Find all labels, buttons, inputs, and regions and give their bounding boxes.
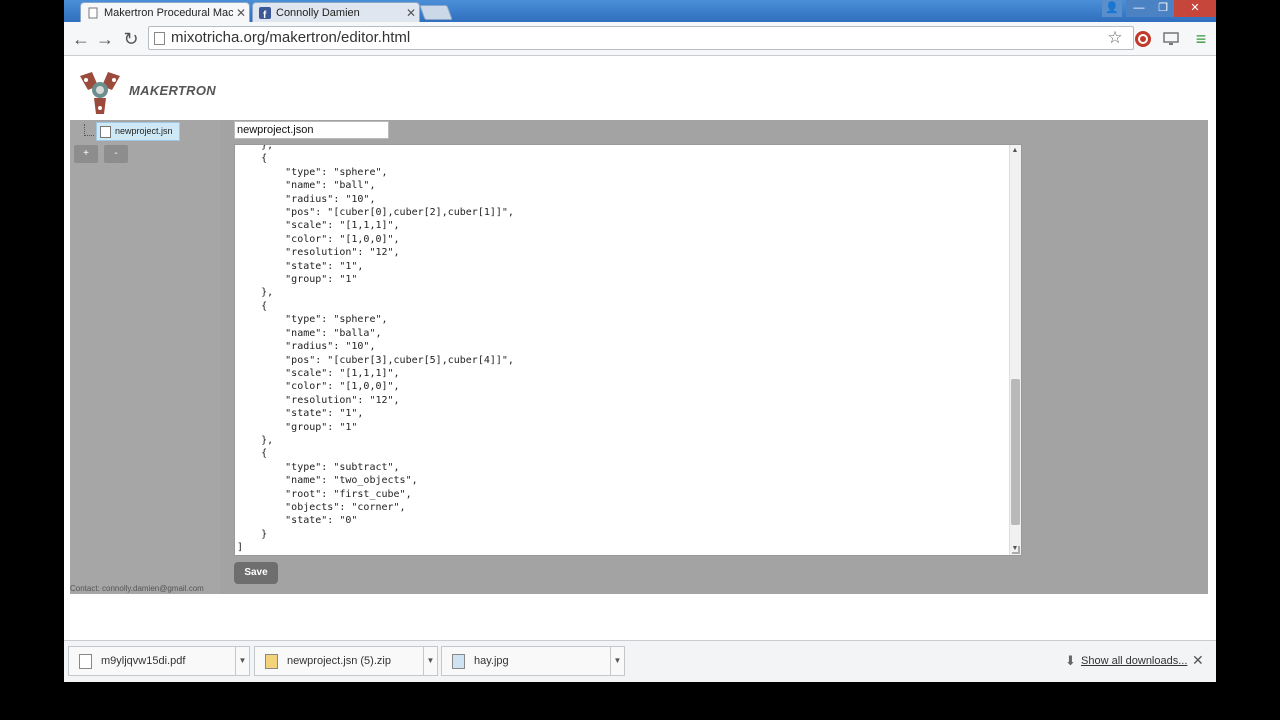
scrollbar[interactable]: ▲ ▼ <box>1009 145 1021 555</box>
brand-name: MAKERTRON <box>129 83 216 98</box>
tree-connector <box>84 124 94 136</box>
code-line: "state": "1", <box>237 408 364 420</box>
code-line: }, <box>237 144 274 151</box>
download-item-jpg[interactable]: hay.jpg ▼ <box>441 646 625 676</box>
browser-toolbar: ← → ↻ mixotricha.org/makertron/editor.ht… <box>64 22 1216 56</box>
page-icon <box>88 7 98 18</box>
pdf-file-icon <box>79 654 92 669</box>
new-tab-button[interactable] <box>419 5 453 20</box>
makertron-logo-icon <box>80 72 120 114</box>
address-bar[interactable]: mixotricha.org/makertron/editor.html <box>148 26 1134 50</box>
code-line: "group": "1" <box>237 274 358 286</box>
file-sidebar: newproject.jsn + - Contact: connolly.dam… <box>70 120 220 594</box>
tab-strip: Makertron Procedural Machi ✕ f Connolly … <box>64 0 1216 22</box>
tab-connolly-damien[interactable]: f Connolly Damien ✕ <box>252 2 420 22</box>
download-arrow-icon: ⬇ <box>1065 653 1076 668</box>
code-line: "name": "two_objects", <box>237 475 418 487</box>
restore-button[interactable]: ❐ <box>1152 0 1174 17</box>
user-icon[interactable]: 👤 <box>1102 0 1122 17</box>
code-line: }, <box>237 434 274 446</box>
code-line: ] <box>237 542 244 554</box>
file-tree-label: newproject.jsn <box>115 126 173 136</box>
star-icon[interactable]: ☆ <box>1104 27 1126 49</box>
close-window-button[interactable]: ✕ <box>1174 0 1216 17</box>
page-content: MAKERTRON newproject.jsn + - Contact: co… <box>64 56 1216 640</box>
code-line: "scale": "[1,1,1]", <box>237 220 400 232</box>
download-item-zip[interactable]: newproject.jsn (5).zip ▼ <box>254 646 438 676</box>
code-line: { <box>237 300 268 312</box>
minimize-button[interactable]: — <box>1126 0 1152 17</box>
code-line: "radius": "10", <box>237 341 376 353</box>
download-label: m9yljqvw15di.pdf <box>101 655 186 667</box>
scroll-up-arrow-icon[interactable]: ▲ <box>1010 146 1020 156</box>
downloads-bar: m9yljqvw15di.pdf ▼ newproject.jsn (5).zi… <box>64 640 1216 682</box>
code-line: "name": "ball", <box>237 180 376 192</box>
image-file-icon <box>452 654 465 669</box>
close-tab-icon[interactable]: ✕ <box>403 6 419 20</box>
add-file-button[interactable]: + <box>74 145 98 163</box>
code-text: }, { "type": "sphere", "name": "ball", "… <box>237 144 514 555</box>
menu-icon[interactable]: ≡ <box>1190 28 1212 50</box>
code-line: } <box>237 528 268 540</box>
chevron-down-icon[interactable]: ▼ <box>235 647 249 675</box>
page-icon <box>154 32 165 45</box>
code-line: { <box>237 153 268 165</box>
url-text: mixotricha.org/makertron/editor.html <box>171 29 411 46</box>
code-line: "pos": "[cuber[0],cuber[2],cuber[1]]", <box>237 207 514 219</box>
scrollbar-thumb[interactable] <box>1011 379 1020 525</box>
code-line: "radius": "10", <box>237 193 376 205</box>
code-line: "type": "subtract", <box>237 461 400 473</box>
tab-title: Connolly Damien <box>276 6 360 19</box>
download-label: newproject.jsn (5).zip <box>287 655 391 667</box>
code-line: "color": "[1,0,0]", <box>237 233 400 245</box>
editor-area: newproject.jsn + - Contact: connolly.dam… <box>70 120 1208 594</box>
chevron-down-icon[interactable]: ▼ <box>610 647 624 675</box>
code-line: "group": "1" <box>237 421 358 433</box>
code-line: "objects": "corner", <box>237 501 406 513</box>
save-button[interactable]: Save <box>234 562 278 584</box>
code-editor[interactable]: }, { "type": "sphere", "name": "ball", "… <box>234 144 1022 556</box>
code-line: "state": "1", <box>237 260 364 272</box>
code-line: "pos": "[cuber[3],cuber[5],cuber[4]]", <box>237 354 514 366</box>
download-label: hay.jpg <box>474 655 509 667</box>
cast-icon[interactable] <box>1160 28 1182 50</box>
contact-text: Contact: connolly.damien@gmail.com <box>70 584 204 593</box>
close-downloads-icon[interactable]: ✕ <box>1192 652 1204 669</box>
code-line: "scale": "[1,1,1]", <box>237 367 400 379</box>
close-tab-icon[interactable]: ✕ <box>233 6 249 20</box>
code-line: { <box>237 448 268 460</box>
screen: Makertron Procedural Machi ✕ f Connolly … <box>64 0 1216 720</box>
browser-window: Makertron Procedural Machi ✕ f Connolly … <box>64 0 1216 682</box>
code-line: "type": "sphere", <box>237 166 388 178</box>
code-line: "name": "balla", <box>237 327 382 339</box>
file-tree-item[interactable]: newproject.jsn <box>96 122 180 141</box>
arrow-right-icon[interactable]: → <box>94 28 116 50</box>
code-line: "type": "sphere", <box>237 314 388 326</box>
facebook-icon: f <box>259 6 271 19</box>
zip-file-icon <box>265 654 278 669</box>
download-item-pdf[interactable]: m9yljqvw15di.pdf ▼ <box>68 646 250 676</box>
code-line: "resolution": "12", <box>237 394 400 406</box>
arrow-left-icon[interactable]: ← <box>70 28 92 50</box>
code-line: "root": "first_cube", <box>237 488 412 500</box>
chevron-down-icon[interactable]: ▼ <box>423 647 437 675</box>
tab-title: Makertron Procedural Machi <box>104 6 233 19</box>
tab-makertron[interactable]: Makertron Procedural Machi ✕ <box>80 2 250 22</box>
code-line: "color": "[1,0,0]", <box>237 381 400 393</box>
reload-icon[interactable]: ↻ <box>120 28 142 50</box>
show-all-downloads-link[interactable]: Show all downloads... <box>1081 655 1187 667</box>
filename-input[interactable] <box>234 121 389 139</box>
code-line: "state": "0" <box>237 515 358 527</box>
remove-file-button[interactable]: - <box>104 145 128 163</box>
file-icon <box>100 126 111 138</box>
code-line: "resolution": "12", <box>237 247 400 259</box>
resize-grip-icon[interactable] <box>1012 546 1020 554</box>
extension-icon[interactable] <box>1132 28 1154 50</box>
code-line: }, <box>237 287 274 299</box>
